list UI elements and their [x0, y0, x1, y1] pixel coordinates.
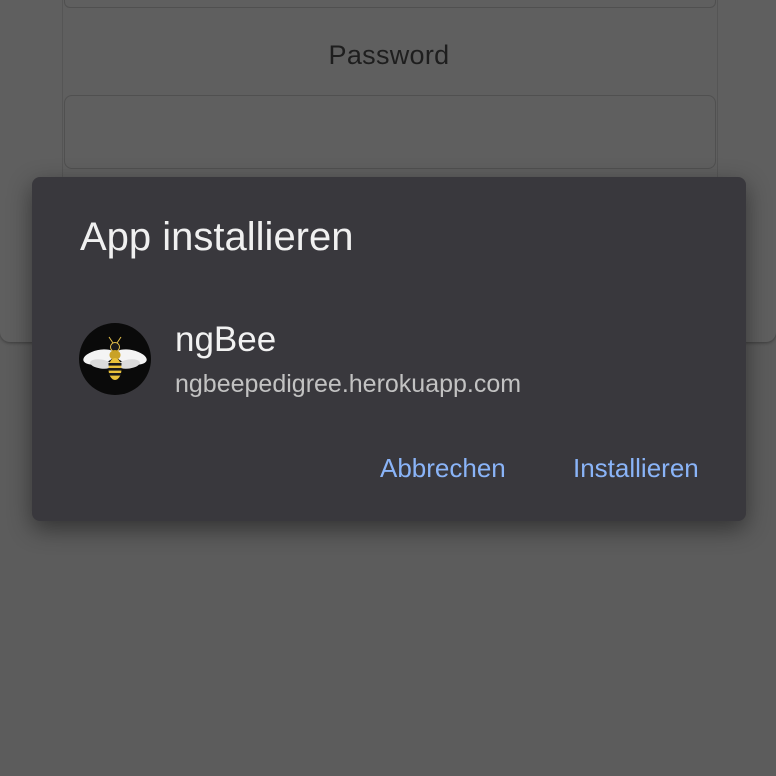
install-app-dialog: App installieren ngBee ngbeepedigree.her… [32, 177, 746, 521]
install-button[interactable]: Installieren [573, 453, 699, 484]
app-name: ngBee [175, 320, 277, 359]
cancel-button[interactable]: Abbrechen [380, 453, 506, 484]
password-input[interactable] [64, 95, 716, 169]
bee-icon [79, 323, 151, 395]
screen: Password App installieren ngBee ngbeeped… [0, 0, 776, 776]
app-url: ngbeepedigree.herokuapp.com [175, 370, 522, 398]
dialog-title: App installieren [80, 215, 354, 259]
password-label: Password [328, 40, 450, 70]
username-input[interactable] [64, 0, 716, 8]
